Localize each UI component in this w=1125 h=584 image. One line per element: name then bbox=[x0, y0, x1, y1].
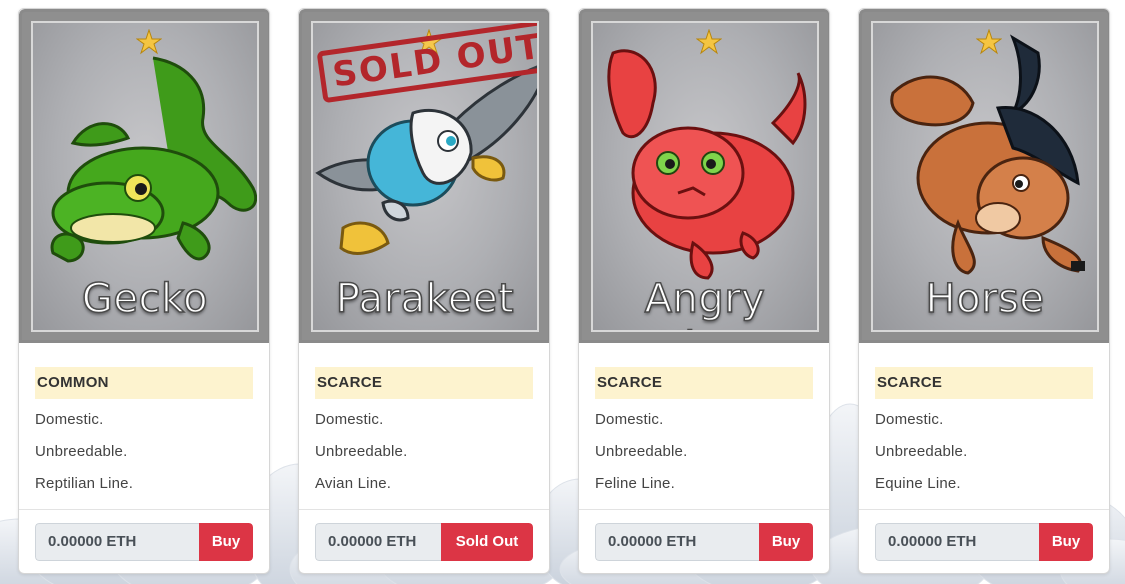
rarity-badge: SCARCE bbox=[595, 367, 813, 399]
buy-group: 0.00000 ETH Buy bbox=[595, 523, 813, 561]
creature-card-list: Gecko COMMON Domestic. Unbreedable. Rept… bbox=[0, 0, 1125, 584]
sold-out-button[interactable]: Sold Out bbox=[441, 523, 533, 561]
trait-line: Equine Line. bbox=[875, 475, 961, 492]
trait-line: Reptilian Line. bbox=[35, 475, 134, 492]
trait-domestic: Domestic. bbox=[595, 411, 664, 428]
card-art: SOLD OUT Parakeet bbox=[311, 21, 539, 332]
gold-star-icon bbox=[136, 29, 162, 55]
trait-line: Feline Line. bbox=[595, 475, 675, 492]
card-art-frame: Gecko bbox=[19, 9, 269, 343]
card-divider bbox=[19, 509, 269, 510]
trait-breeding: Unbreedable. bbox=[35, 443, 128, 460]
creature-card-gecko[interactable]: Gecko COMMON Domestic. Unbreedable. Rept… bbox=[18, 8, 270, 574]
trait-breeding: Unbreedable. bbox=[595, 443, 688, 460]
card-art-frame: SOLD OUT Parakeet bbox=[299, 9, 549, 343]
buy-button[interactable]: Buy bbox=[199, 523, 253, 561]
buy-group: 0.00000 ETH Sold Out bbox=[315, 523, 533, 561]
gold-star-icon bbox=[976, 29, 1002, 55]
price-field[interactable]: 0.00000 ETH bbox=[875, 523, 1039, 561]
trait-domestic: Domestic. bbox=[35, 411, 104, 428]
creature-card-angry-kitty[interactable]: Angry Kitty SCARCE Domestic. Unbreedable… bbox=[578, 8, 830, 574]
trait-breeding: Unbreedable. bbox=[875, 443, 968, 460]
buy-group: 0.00000 ETH Buy bbox=[875, 523, 1093, 561]
rarity-badge: SCARCE bbox=[875, 367, 1093, 399]
gold-star-icon bbox=[696, 29, 722, 55]
card-divider bbox=[579, 509, 829, 510]
buy-button[interactable]: Buy bbox=[1039, 523, 1093, 561]
card-art: Angry Kitty bbox=[591, 21, 819, 332]
trait-breeding: Unbreedable. bbox=[315, 443, 408, 460]
card-art: Gecko bbox=[31, 21, 259, 332]
card-art-title: Gecko bbox=[81, 275, 209, 323]
card-art-frame: Horse bbox=[859, 9, 1109, 343]
buy-group: 0.00000 ETH Buy bbox=[35, 523, 253, 561]
card-divider bbox=[859, 509, 1109, 510]
price-field[interactable]: 0.00000 ETH bbox=[35, 523, 199, 561]
card-art-frame: Angry Kitty bbox=[579, 9, 829, 343]
card-art: Horse bbox=[871, 21, 1099, 332]
card-art-title: Angry Kitty bbox=[644, 275, 766, 330]
creature-card-horse[interactable]: Horse SCARCE Domestic. Unbreedable. Equi… bbox=[858, 8, 1110, 574]
rarity-badge: COMMON bbox=[35, 367, 253, 399]
creature-card-parakeet[interactable]: SOLD OUT Parakeet SCARCE Domestic. Unbre… bbox=[298, 8, 550, 574]
price-field[interactable]: 0.00000 ETH bbox=[315, 523, 441, 561]
trait-domestic: Domestic. bbox=[315, 411, 384, 428]
rarity-badge: SCARCE bbox=[315, 367, 533, 399]
card-art-title: Horse bbox=[925, 275, 1045, 323]
buy-button[interactable]: Buy bbox=[759, 523, 813, 561]
trait-line: Avian Line. bbox=[315, 475, 392, 492]
card-art-title: Parakeet bbox=[335, 275, 515, 323]
price-field[interactable]: 0.00000 ETH bbox=[595, 523, 759, 561]
trait-domestic: Domestic. bbox=[875, 411, 944, 428]
card-divider bbox=[299, 509, 549, 510]
